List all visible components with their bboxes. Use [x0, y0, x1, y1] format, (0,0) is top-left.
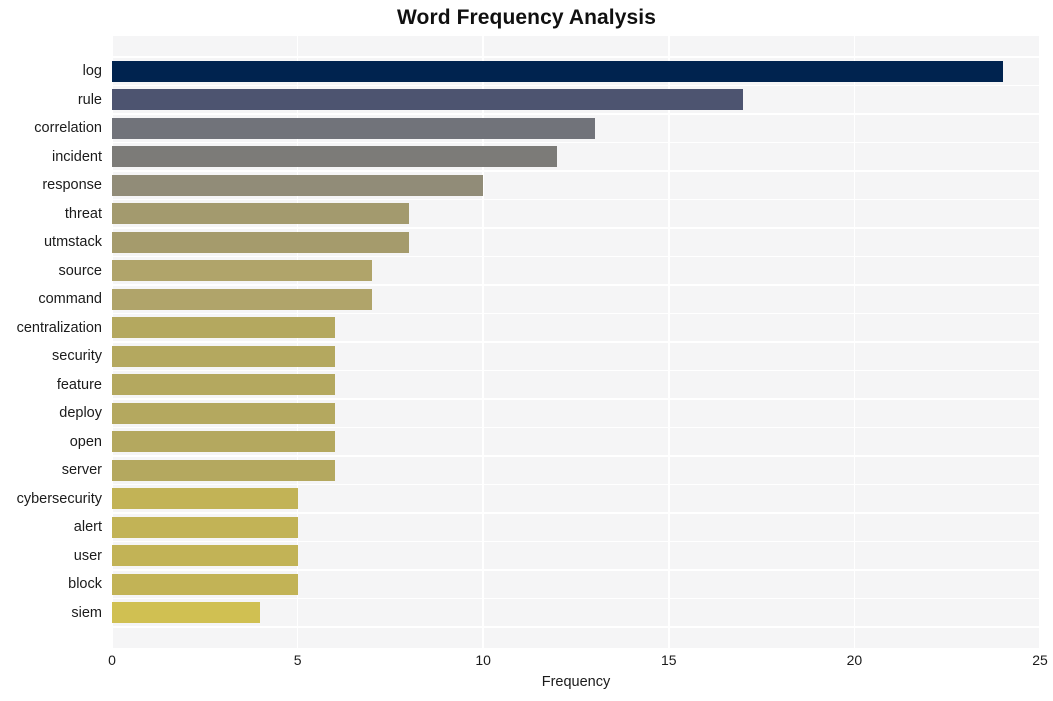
- y-tick-label-response: response: [42, 177, 102, 194]
- word-frequency-chart: Word Frequency Analysis log rule correlati…: [0, 0, 1053, 701]
- x-tick-label-20: 20: [846, 652, 863, 668]
- y-tick-label-cybersecurity: cybersecurity: [16, 490, 102, 507]
- y-tick-label-rule: rule: [77, 91, 102, 108]
- x-tick-label-25: 25: [1032, 652, 1048, 668]
- x-tick-label-15: 15: [661, 652, 677, 668]
- y-tick-label-utmstack: utmstack: [43, 234, 102, 251]
- y-axis-tick-labels: log rule correlation incident response threat…: [17, 36, 1040, 648]
- y-tick-label-block: block: [68, 576, 102, 593]
- y-tick-label-log: log: [82, 63, 102, 80]
- y-tick-label-alert: alert: [73, 519, 102, 536]
- y-tick-label-security: security: [52, 348, 102, 365]
- x-tick-label-0: 0: [108, 652, 116, 668]
- x-axis-label: Frequency: [541, 674, 611, 690]
- y-tick-label-command: command: [38, 291, 102, 308]
- y-tick-label-centralization: centralization: [16, 319, 102, 336]
- y-tick-label-correlation: correlation: [34, 120, 102, 137]
- y-tick-label-deploy: deploy: [59, 405, 102, 422]
- y-tick-label-incident: incident: [52, 148, 102, 165]
- y-tick-label-source: source: [58, 262, 102, 279]
- y-tick-label-user: user: [73, 547, 102, 564]
- x-tick-label-10: 10: [475, 652, 491, 668]
- y-tick-label-siem: siem: [71, 604, 102, 621]
- chart-title: Word Frequency Analysis: [396, 6, 657, 29]
- y-tick-label-threat: threat: [64, 205, 102, 222]
- y-tick-label-open: open: [69, 433, 102, 450]
- x-tick-label-5: 5: [293, 652, 302, 668]
- y-tick-label-feature: feature: [56, 376, 102, 393]
- y-tick-label-server: server: [61, 462, 102, 479]
